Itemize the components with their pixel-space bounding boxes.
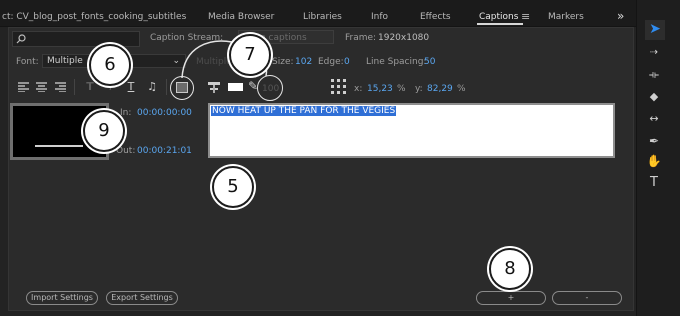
opacity-value[interactable]: 100 [262,84,279,94]
pen-tool-icon[interactable]: ✒ [645,132,663,150]
callout-5: 5 [212,166,254,208]
panel-tab-bar: ct: CV_blog_post_fonts_cooking_subtitles… [0,0,636,27]
import-settings-button[interactable]: Import Settings [26,291,98,305]
frame-value: 1920x1080 [378,33,430,43]
line-spacing-label: Line Spacing: [366,57,427,67]
type-tool-icon[interactable]: T [645,174,663,192]
y-value[interactable]: 82,29 [427,84,453,94]
align-left-icon[interactable] [17,82,29,95]
track-select-forward-icon[interactable]: ⇢ [645,44,663,62]
out-timecode[interactable]: 00:00:21:01 [137,146,192,156]
line-spacing-value[interactable]: 50 [424,57,435,67]
caption-text[interactable]: NOW HEAT UP THE PAN FOR THE VEGIES [211,106,397,116]
music-note-icon[interactable]: ♫ [146,81,158,93]
razor-tool-icon[interactable]: ◆ [645,88,663,106]
bold-icon[interactable]: T [85,81,95,93]
toolbar-divider [74,79,75,95]
tab-libraries[interactable]: Libraries [303,12,342,22]
x-unit: % [397,84,406,94]
y-unit: % [457,84,466,94]
callout-8: 8 [489,248,531,290]
hand-tool-icon[interactable]: ✋ [645,152,663,170]
font-value: Multiple [47,56,83,66]
tab-info[interactable]: Info [371,12,388,22]
callout-9: 9 [83,110,125,152]
remove-caption-button[interactable]: - [552,291,622,305]
align-center-icon[interactable] [35,82,47,95]
edge-value[interactable]: 0 [344,57,350,67]
search-input[interactable] [12,31,140,47]
x-value[interactable]: 15,23 [367,84,393,94]
active-tab-indicator [477,23,523,25]
background-color-swatch[interactable] [176,82,188,93]
size-label: Size: [272,57,294,67]
size-value[interactable]: 102 [295,57,312,67]
toolbar-divider-2 [166,79,167,95]
text-color-icon[interactable] [208,82,220,97]
add-caption-button[interactable]: + [476,291,546,305]
white-color-swatch[interactable] [228,83,243,91]
position-grid-icon[interactable] [331,79,347,98]
y-label: y: [415,84,423,94]
out-label: Out: [116,146,136,156]
tools-panel: ➤ ⇢ ⟛ ◆ ↔ ✒ ✋ T [636,0,680,316]
x-label: x: [354,84,363,94]
ripple-edit-icon[interactable]: ⟛ [645,66,663,84]
tab-media-browser[interactable]: Media Browser [208,12,274,22]
slip-tool-icon[interactable]: ↔ [645,110,663,128]
tab-effects[interactable]: Effects [420,12,451,22]
frame-label: Frame: [345,33,377,43]
align-right-icon[interactable] [54,82,66,95]
chevron-down-icon: ⌄ [172,56,180,66]
search-icon [16,34,26,44]
callout-7: 7 [229,34,271,76]
tab-markers[interactable]: Markers [548,12,584,22]
in-timecode[interactable]: 00:00:00:00 [137,108,192,118]
callout-6: 6 [89,44,131,86]
in-label: In: [120,108,132,118]
tab-captions[interactable]: Captions [479,12,518,22]
edge-label: Edge: [318,57,344,67]
font-label: Font: [16,57,39,67]
export-settings-button[interactable]: Export Settings [106,291,178,305]
tab-project[interactable]: ct: CV_blog_post_fonts_cooking_subtitles [2,12,186,22]
thumbnail-caption-preview [35,145,83,147]
selection-tool-icon[interactable]: ➤ [645,20,665,40]
underline-icon[interactable]: T [126,81,136,93]
panel-menu-icon[interactable]: ≡ [521,10,530,23]
overflow-chevron-icon[interactable]: » [617,9,624,23]
